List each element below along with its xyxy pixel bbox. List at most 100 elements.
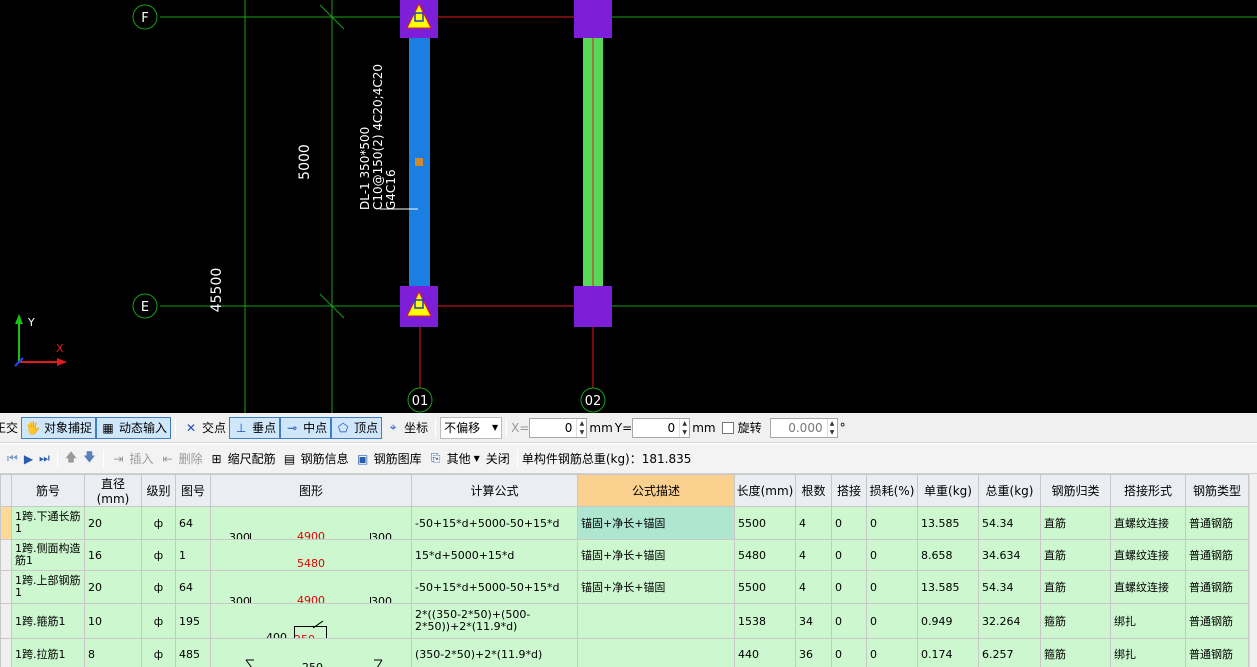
cell-name[interactable]: 1跨.下通长筋1 [11,506,85,540]
col-header[interactable]: 单重(kg) [917,474,979,507]
cell-description[interactable] [577,603,735,639]
col-header[interactable]: 总重(kg) [978,474,1041,507]
x-spin-arrows[interactable]: ▲ ▼ [576,418,586,437]
rotate-angle-input[interactable]: 0.000 ▲ ▼ [769,417,838,438]
table-row[interactable]: 1跨.下通长筋1 20 ф 64 300 4900 300 -50+15*d+5… [0,506,1249,540]
cell-length[interactable]: 1538 [734,603,796,639]
column-e02[interactable] [574,286,612,327]
close-button[interactable]: 关闭 [483,448,513,470]
cell-lap-type[interactable]: 直螺纹连接 [1110,570,1186,604]
cell-formula[interactable]: (350-2*50)+2*(11.9*d) [411,638,578,667]
cell-grade[interactable]: ф [141,638,176,667]
rotate-checkbox[interactable] [721,421,734,434]
cell-shape[interactable]: 300 4900 300 [210,506,412,540]
cell-loss[interactable]: 0 [866,506,918,540]
cell-loss[interactable]: 0 [866,638,918,667]
cell-lap[interactable]: 0 [831,506,867,540]
cell-figure-no[interactable]: 64 [175,570,211,604]
vertex-snap-button[interactable]: ⬠ 顶点 [331,416,383,439]
first-record-button[interactable]: ⏮ [4,448,21,470]
cell-length[interactable]: 440 [734,638,796,667]
cell-count[interactable]: 4 [795,506,832,540]
rebar-info-button[interactable]: ▤ 钢筋信息 [279,448,352,470]
cell-shape[interactable]: 300 4900 300 [210,570,412,604]
move-up-button[interactable]: 🡅 [62,448,80,470]
cell-loss[interactable]: 0 [866,603,918,639]
cell-description[interactable]: 锚固+净长+锚固 [577,506,735,540]
table-row[interactable]: 1跨.侧面构造筋1 16 ф 1 5480 15*d+5000+15*d 锚固+… [0,539,1249,571]
cell-class[interactable]: 直筋 [1040,570,1111,604]
row-header[interactable] [0,638,12,667]
cell-unit-weight[interactable]: 0.949 [917,603,979,639]
y-offset-input[interactable]: 0 ▲ ▼ [632,417,691,438]
column-f02[interactable] [574,0,612,38]
col-header[interactable]: 直径(mm) [84,474,142,507]
offset-mode-select[interactable]: 不偏移 ▼ [440,416,503,439]
dynamic-input-button[interactable]: ▦ 动态输入 [96,416,172,439]
row-header[interactable] [0,603,12,639]
cell-lap[interactable]: 0 [831,603,867,639]
perpendicular-snap-button[interactable]: ⊥ 垂点 [229,416,281,439]
midpoint-snap-button[interactable]: ⊸ 中点 [280,416,332,439]
cell-rebar-type[interactable]: 普通钢筋 [1185,506,1249,540]
cell-name[interactable]: 1跨.侧面构造筋1 [11,539,85,571]
col-header[interactable]: 搭接 [831,474,867,507]
cell-unit-weight[interactable]: 8.658 [917,539,979,571]
cell-lap[interactable]: 0 [831,570,867,604]
cell-lap-type[interactable]: 绑扎 [1110,603,1186,639]
cell-figure-no[interactable]: 1 [175,539,211,571]
col-header[interactable]: 计算公式 [411,474,578,507]
cell-formula[interactable]: -50+15*d+5000-50+15*d [411,570,578,604]
cell-total-weight[interactable]: 54.34 [978,506,1041,540]
col-header-selected[interactable]: 公式描述 [577,474,735,507]
scale-rebar-button[interactable]: ⊞ 缩尺配筋 [206,448,279,470]
cell-grade[interactable]: ф [141,539,176,571]
cell-grade[interactable]: ф [141,603,176,639]
col-header[interactable]: 钢筋类型 [1185,474,1249,507]
cad-drawing[interactable]: F E 01 02 5000 45500 DL-1 350*500 C10@15… [0,0,1257,413]
cell-name[interactable]: 1跨.上部钢筋1 [11,570,85,604]
col-header[interactable]: 图形 [210,474,412,507]
cell-length[interactable]: 5500 [734,570,796,604]
col-header[interactable]: 钢筋归类 [1040,474,1111,507]
cell-lap-type[interactable]: 直螺纹连接 [1110,539,1186,571]
cell-class[interactable]: 箍筋 [1040,638,1111,667]
table-row[interactable]: 1跨.上部钢筋1 20 ф 64 300 4900 300 -50+15*d+5… [0,570,1249,604]
cell-rebar-type[interactable]: 普通钢筋 [1185,570,1249,604]
cell-count[interactable]: 34 [795,603,832,639]
cell-shape[interactable]: 5480 [210,539,412,571]
col-header[interactable]: 长度(mm) [734,474,796,507]
cell-formula[interactable]: 15*d+5000+15*d [411,539,578,571]
cell-lap[interactable]: 0 [831,539,867,571]
cell-figure-no[interactable]: 485 [175,638,211,667]
col-header[interactable]: 图号 [175,474,211,507]
cell-total-weight[interactable]: 32.264 [978,603,1041,639]
cell-lap[interactable]: 0 [831,638,867,667]
cell-unit-weight[interactable]: 13.585 [917,570,979,604]
table-row[interactable]: 1跨.箍筋1 10 ф 195 400 250 2*((350-2*50)+(5… [0,603,1249,639]
cell-shape[interactable]: 400 250 [210,603,412,639]
vertical-scrollbar[interactable] [1249,474,1257,667]
cell-class[interactable]: 直筋 [1040,506,1111,540]
cell-count[interactable]: 4 [795,570,832,604]
row-header[interactable] [0,539,12,571]
cell-total-weight[interactable]: 6.257 [978,638,1041,667]
cell-unit-weight[interactable]: 13.585 [917,506,979,540]
row-header[interactable] [0,506,12,540]
cell-unit-weight[interactable]: 0.174 [917,638,979,667]
rebar-library-button[interactable]: ▣ 钢筋图库 [352,448,425,470]
cell-figure-no[interactable]: 64 [175,506,211,540]
cell-shape[interactable]: 250 [210,638,412,667]
cell-rebar-type[interactable]: 普通钢筋 [1185,539,1249,571]
coordinate-snap-button[interactable]: ⌖ 坐标 [382,417,431,439]
cell-length[interactable]: 5480 [734,539,796,571]
cell-loss[interactable]: 0 [866,539,918,571]
cell-count[interactable]: 36 [795,638,832,667]
next-record-button[interactable]: ▶ [21,448,36,470]
cell-description[interactable]: 锚固+净长+锚固 [577,539,735,571]
col-header[interactable]: 根数 [795,474,832,507]
col-header[interactable]: 级别 [141,474,176,507]
cell-diameter[interactable]: 10 [84,603,142,639]
delete-button[interactable]: ⇤ 删除 [157,448,206,470]
cell-length[interactable]: 5500 [734,506,796,540]
